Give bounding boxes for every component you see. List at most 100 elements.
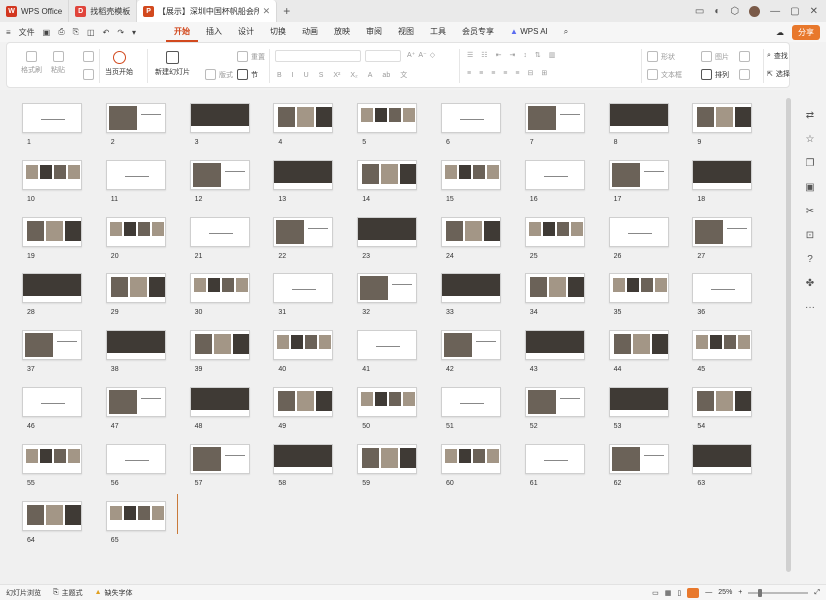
slide-thumbnail[interactable] bbox=[357, 159, 418, 190]
font-size-select[interactable] bbox=[365, 50, 401, 62]
tools-icon[interactable]: ✂ bbox=[806, 206, 814, 217]
theme-button[interactable]: ⎘ 主题式 bbox=[47, 588, 89, 598]
slide-thumbnail[interactable] bbox=[22, 103, 82, 133]
text-format-buttons[interactable]: B I U S X² X₂ A ab 文 bbox=[277, 70, 407, 80]
slide-thumbnail[interactable] bbox=[189, 387, 250, 417]
slide-thumbnail[interactable] bbox=[273, 159, 334, 190]
slide-thumbnail[interactable] bbox=[524, 103, 585, 133]
find-button[interactable]: ⌕ 查找 bbox=[767, 51, 788, 61]
more-icon[interactable]: ··· bbox=[805, 302, 815, 313]
skin-icon[interactable]: ◐ bbox=[714, 6, 720, 17]
print-icon[interactable]: ⎘ bbox=[73, 27, 79, 37]
slide-thumbnail[interactable] bbox=[105, 443, 166, 474]
menu-home[interactable]: 开始 bbox=[166, 22, 199, 42]
slide-thumbnail[interactable] bbox=[22, 443, 82, 474]
cloud-icon[interactable]: ☁ bbox=[776, 28, 784, 37]
tab-template[interactable]: D 找稻壳模板 bbox=[69, 0, 138, 22]
close-tab-icon[interactable]: ✕ bbox=[263, 6, 271, 17]
menu-wps-ai[interactable]: ▲ WPS AI bbox=[502, 22, 556, 42]
search-icon[interactable]: ⌕ bbox=[556, 22, 576, 42]
cube-icon[interactable]: ⬡ bbox=[730, 6, 739, 17]
slide-thumbnail[interactable] bbox=[357, 443, 418, 474]
missing-font-button[interactable]: ▲ 缺失字体 bbox=[89, 588, 139, 598]
menu-slideshow[interactable]: 放映 bbox=[326, 22, 358, 42]
new-slide-button[interactable]: 新建幻灯片 bbox=[155, 51, 190, 77]
preview-icon[interactable]: ◫ bbox=[87, 28, 95, 37]
slide-thumbnail[interactable] bbox=[357, 387, 418, 417]
slide-thumbnail[interactable] bbox=[524, 216, 585, 247]
slide-thumbnail[interactable] bbox=[105, 159, 166, 190]
slide-thumbnail[interactable] bbox=[524, 330, 585, 361]
fit-icon[interactable]: ⤢ bbox=[814, 589, 820, 597]
slide-thumbnail[interactable] bbox=[357, 103, 418, 133]
slide-thumbnail[interactable] bbox=[441, 330, 501, 361]
reading-view-icon[interactable]: ▯ bbox=[677, 589, 681, 597]
slide-thumbnail[interactable] bbox=[273, 216, 334, 247]
font-size-buttons[interactable]: A⁺ A⁻ ◇ bbox=[407, 51, 435, 59]
slide-thumbnail[interactable] bbox=[441, 216, 501, 247]
slide-thumbnail[interactable] bbox=[189, 330, 250, 361]
slide-thumbnail[interactable] bbox=[608, 103, 669, 133]
outline-button[interactable] bbox=[739, 69, 750, 80]
textbox-button[interactable]: 文本框 bbox=[647, 69, 682, 80]
menu-animation[interactable]: 动画 bbox=[294, 22, 326, 42]
scan-icon[interactable]: ⊡ bbox=[806, 230, 814, 241]
slide-thumbnail[interactable] bbox=[105, 500, 166, 531]
slide-thumbnail[interactable] bbox=[189, 216, 250, 247]
fill-button[interactable] bbox=[739, 51, 750, 62]
zoom-slider[interactable] bbox=[748, 588, 809, 597]
slide-thumbnail[interactable] bbox=[608, 387, 669, 417]
maximize-icon[interactable]: ▢ bbox=[790, 6, 799, 17]
properties-icon[interactable]: ⇄ bbox=[806, 110, 814, 121]
slide-thumbnail[interactable] bbox=[189, 273, 250, 304]
slide-thumbnail[interactable] bbox=[608, 443, 669, 474]
section-button[interactable]: 节 bbox=[237, 69, 258, 80]
slide-thumbnail[interactable] bbox=[273, 103, 334, 133]
menu-transition[interactable]: 切换 bbox=[262, 22, 294, 42]
slide-thumbnail[interactable] bbox=[692, 103, 753, 133]
slide-thumbnail[interactable] bbox=[692, 159, 753, 190]
new-tab-button[interactable]: + bbox=[277, 4, 296, 18]
more-icon[interactable]: ▾ bbox=[132, 28, 136, 37]
slide-thumbnail[interactable] bbox=[189, 103, 250, 133]
layout-button[interactable]: 版式 bbox=[205, 69, 233, 80]
slide-thumbnail[interactable] bbox=[22, 216, 82, 247]
puzzle-icon[interactable]: ✤ bbox=[806, 278, 814, 289]
scrollbar-thumb[interactable] bbox=[786, 98, 791, 572]
slide-thumbnail[interactable] bbox=[273, 387, 334, 417]
format-painter-button[interactable]: 格式刷 bbox=[21, 51, 42, 75]
slide-thumbnail[interactable] bbox=[441, 387, 501, 417]
slide-thumbnail[interactable] bbox=[524, 273, 585, 304]
slide-thumbnail[interactable] bbox=[22, 387, 82, 417]
tab-wps-office[interactable]: W WPS Office bbox=[0, 0, 70, 22]
image-button[interactable]: 图片 bbox=[701, 51, 729, 62]
save-icon[interactable]: ▣ bbox=[43, 28, 51, 37]
menu-view[interactable]: 视图 bbox=[390, 22, 422, 42]
slide-thumbnail[interactable] bbox=[441, 443, 501, 474]
play-from-current-button[interactable]: 当页开始 bbox=[105, 51, 133, 77]
slide-thumbnail[interactable] bbox=[608, 159, 669, 190]
slide-thumbnail[interactable] bbox=[524, 159, 585, 190]
slide-thumbnail[interactable] bbox=[357, 273, 418, 304]
play-icon[interactable] bbox=[687, 587, 700, 598]
slide-thumbnail[interactable] bbox=[105, 330, 166, 361]
slide-thumbnail[interactable] bbox=[189, 159, 250, 190]
slide-thumbnail[interactable] bbox=[357, 216, 418, 247]
shape-button[interactable]: 形状 bbox=[647, 51, 675, 62]
slide-thumbnail[interactable] bbox=[273, 273, 334, 304]
arrange-button[interactable]: 排列 bbox=[701, 69, 729, 80]
slide-thumbnail[interactable] bbox=[105, 216, 166, 247]
slide-thumbnail[interactable] bbox=[608, 216, 669, 247]
paragraph-top-buttons[interactable]: ☰ ☷ ⇤ ⇥ ↕ ⇅ ▥ bbox=[467, 51, 555, 60]
normal-view-icon[interactable]: ▭ bbox=[652, 589, 659, 597]
slide-thumbnail[interactable] bbox=[524, 443, 585, 474]
file-menu[interactable]: 文件 bbox=[19, 27, 35, 38]
zoom-in-icon[interactable]: + bbox=[738, 589, 742, 596]
menu-icon[interactable]: ≡ bbox=[6, 28, 11, 37]
slide-thumbnail[interactable] bbox=[105, 273, 166, 304]
undo-icon[interactable]: ↶ bbox=[103, 28, 110, 37]
share-button[interactable]: 分享 bbox=[792, 24, 820, 40]
slide-thumbnail[interactable] bbox=[692, 387, 753, 417]
vertical-scrollbar[interactable] bbox=[786, 92, 791, 580]
slide-thumbnail[interactable] bbox=[22, 159, 82, 190]
